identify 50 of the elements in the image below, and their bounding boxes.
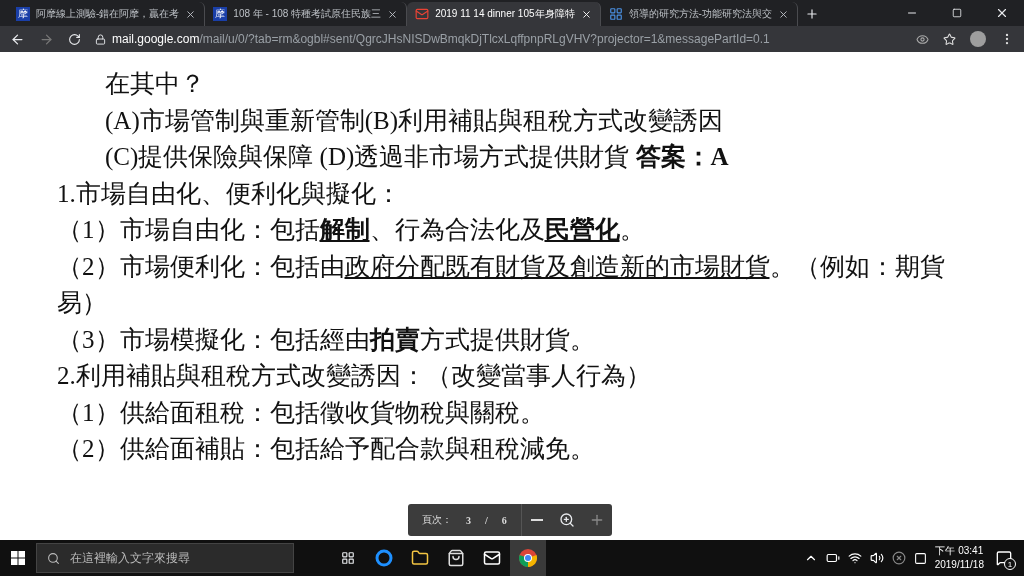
tab-title: 領導的研究方法-功能研究法與交: [628, 7, 772, 21]
forward-button[interactable]: [39, 31, 54, 47]
notification-badge: 1: [1004, 558, 1016, 570]
search-icon: [47, 551, 60, 565]
tab-title: 阿摩線上測驗-錯在阿摩，贏在考: [36, 7, 180, 21]
document-text-line: (C)提供保險與保障 (D)透過非市場方式提供財貨 答案：A: [104, 142, 730, 173]
document-text-line: 易）: [56, 288, 108, 318]
wifi-icon[interactable]: [847, 551, 862, 565]
mail-icon: [415, 7, 430, 21]
back-button[interactable]: [10, 31, 25, 47]
current-page: 3: [466, 514, 471, 526]
page-label: 頁次：: [422, 513, 452, 527]
total-pages: 6: [501, 514, 507, 526]
favicon: 摩: [16, 7, 30, 21]
close-icon[interactable]: [387, 8, 399, 20]
lock-icon: [95, 33, 106, 45]
taskbar-search-field[interactable]: 在這裡輸入文字來搜尋: [36, 543, 294, 573]
document-text-line: （3）市場模擬化：包括經由拍賣方式提供財貨。: [56, 324, 596, 355]
restore-icon: [951, 8, 962, 18]
windows-logo-icon: [11, 551, 25, 565]
bookmark-star-icon[interactable]: [943, 32, 956, 46]
document-text-line: （1）市場自由化：包括解制、行為合法化及民營化。: [56, 215, 646, 245]
document-text-line: (A)市場管制與重新管制(B)利用補貼與租稅方式改變誘因: [104, 105, 725, 137]
tab-title: 108 年 - 108 特種考試原住民族三: [233, 7, 382, 21]
reload-button[interactable]: [68, 32, 81, 46]
browser-tab[interactable]: 2019 11 14 dinner 105年身障特: [407, 2, 601, 26]
profile-avatar[interactable]: [970, 31, 986, 47]
minus-icon: [530, 519, 543, 521]
plus-icon: [804, 7, 819, 21]
document-text-line: 2.利用補貼與租稅方式改變誘因：（改變當事人行為）: [56, 361, 652, 391]
document-text-line: （2）供給面補貼：包括給予配合款與租稅減免。: [56, 434, 596, 464]
document-text-line: 在其中？: [104, 69, 206, 99]
tablet-icon[interactable]: [913, 551, 927, 565]
close-icon[interactable]: [580, 8, 592, 20]
chrome-icon[interactable]: [510, 540, 546, 576]
close-icon[interactable]: [777, 8, 789, 20]
document-text-line: （2）市場便利化：包括由政府分配既有財貨及創造新的市場財貨。（例如：期貨: [56, 251, 946, 282]
error-icon[interactable]: [891, 551, 906, 565]
close-icon[interactable]: [185, 8, 197, 20]
battery-icon[interactable]: [825, 551, 840, 565]
page-separator: /: [485, 514, 488, 526]
clock[interactable]: 下午 03:41 2019/11/18: [934, 544, 984, 572]
document-icon: [608, 7, 623, 21]
favicon: 摩: [213, 7, 228, 21]
eye-icon[interactable]: [916, 32, 929, 46]
document-text-line: （1）供給面租稅：包括徵收貨物稅與關稅。: [56, 397, 546, 428]
notification-button[interactable]: 1: [992, 546, 1016, 570]
speaker-icon[interactable]: [869, 551, 884, 565]
document-text-line: 1.市場自由化、便利化與擬化：: [56, 178, 402, 209]
tab-title: 2019 11 14 dinner 105年身障特: [435, 7, 575, 21]
